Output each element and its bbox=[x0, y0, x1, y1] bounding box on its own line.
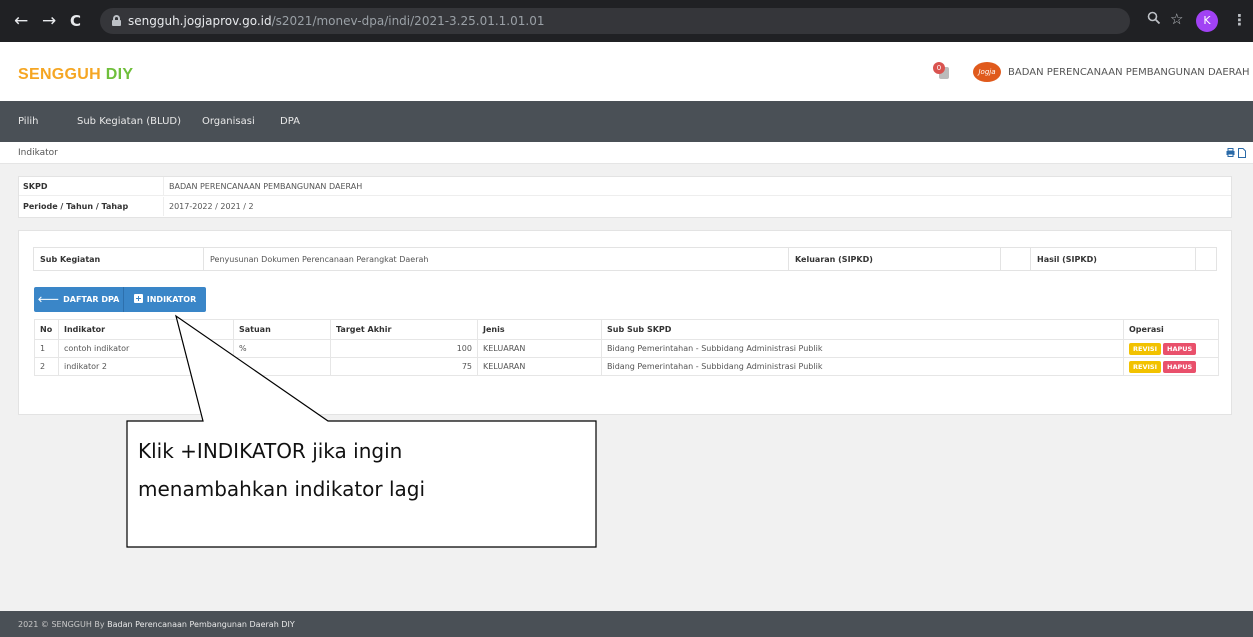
cell-indikator: contoh indikator bbox=[58, 339, 234, 358]
keluaran-label: Keluaran (SIPKD) bbox=[795, 255, 873, 264]
reload-icon[interactable]: C bbox=[70, 11, 81, 31]
breadcrumb-bar: Indikator bbox=[0, 142, 1253, 164]
breadcrumb: Indikator bbox=[18, 148, 58, 158]
revisi-button[interactable]: REVISI bbox=[1129, 342, 1161, 355]
cell-no: 2 bbox=[34, 357, 59, 376]
table-row: 1 contoh indikator % 100 KELUARAN Bidang… bbox=[34, 339, 1219, 358]
callout-text: Klik +INDIKATOR jika ingin menambahkan i… bbox=[138, 439, 426, 501]
column-header: Jenis bbox=[477, 319, 602, 340]
cell-operasi: REVISI HAPUS bbox=[1123, 339, 1219, 358]
cell-sub-skpd: Bidang Pemerintahan - Subbidang Administ… bbox=[601, 339, 1124, 358]
zoom-icon[interactable] bbox=[1147, 11, 1161, 29]
hasil-label: Hasil (SIPKD) bbox=[1037, 255, 1097, 264]
hapus-button[interactable]: HAPUS bbox=[1163, 342, 1197, 355]
export-icon[interactable] bbox=[1238, 148, 1246, 161]
column-header: Sub Sub SKPD bbox=[601, 319, 1124, 340]
cell-target: 75 bbox=[330, 357, 478, 376]
cell-indikator: indikator 2 bbox=[58, 357, 234, 376]
cell-satuan: % bbox=[233, 339, 331, 358]
table-header-row: No Indikator Satuan Target Akhir Jenis S… bbox=[34, 319, 1219, 340]
forward-icon[interactable]: → bbox=[42, 11, 56, 31]
column-header: Satuan bbox=[233, 319, 331, 340]
column-header: Operasi bbox=[1123, 319, 1219, 340]
menu-item-sub-kegiatan[interactable]: Sub Kegiatan (BLUD) bbox=[77, 116, 181, 127]
plus-square-icon bbox=[133, 294, 143, 303]
sub-kegiatan-value: Penyusunan Dokumen Perencanaan Perangkat… bbox=[210, 255, 429, 264]
address-bar[interactable]: sengguh.jogjaprov.go.id/s2021/monev-dpa/… bbox=[100, 8, 1130, 34]
brand-logo[interactable]: SENGGUH DIY bbox=[18, 66, 133, 84]
column-header: No bbox=[34, 319, 59, 340]
print-icon[interactable] bbox=[1226, 148, 1235, 160]
main-menu: Pilih Sub Kegiatan (BLUD) Organisasi DPA bbox=[0, 101, 1253, 142]
skpd-info-panel: SKPD BADAN PERENCANAAN PEMBANGUNAN DAERA… bbox=[18, 176, 1232, 218]
cell-operasi: REVISI HAPUS bbox=[1123, 357, 1219, 376]
star-icon[interactable]: ☆ bbox=[1170, 10, 1183, 28]
browser-menu-icon[interactable]: ⋮ bbox=[1232, 11, 1247, 29]
add-indikator-button[interactable]: INDIKATOR bbox=[123, 287, 206, 312]
sub-kegiatan-label: Sub Kegiatan bbox=[40, 255, 101, 264]
notification-count: 0 bbox=[933, 62, 945, 74]
menu-item-organisasi[interactable]: Organisasi bbox=[202, 116, 255, 127]
url-text: sengguh.jogjaprov.go.id/s2021/monev-dpa/… bbox=[128, 14, 545, 28]
indikator-table: No Indikator Satuan Target Akhir Jenis S… bbox=[34, 319, 1219, 376]
profile-avatar[interactable]: K bbox=[1196, 10, 1218, 32]
browser-toolbar: ← → C sengguh.jogjaprov.go.id/s2021/mone… bbox=[0, 0, 1253, 42]
hapus-button[interactable]: HAPUS bbox=[1163, 360, 1197, 373]
cell-sub-skpd: Bidang Pemerintahan - Subbidang Administ… bbox=[601, 357, 1124, 376]
cell-satuan bbox=[233, 357, 331, 376]
column-header: Target Akhir bbox=[330, 319, 478, 340]
periode-label: Periode / Tahun / Tahap bbox=[23, 202, 129, 211]
lock-icon bbox=[112, 15, 121, 26]
column-header: Indikator bbox=[58, 319, 234, 340]
arrow-left-icon: 🡐 bbox=[37, 295, 60, 304]
action-button-group: 🡐 DAFTAR DPA INDIKATOR bbox=[34, 287, 206, 312]
indikator-panel: Sub Kegiatan Penyusunan Dokumen Perencan… bbox=[18, 230, 1232, 415]
back-icon[interactable]: ← bbox=[14, 11, 28, 31]
notification-icon[interactable]: 0 bbox=[933, 62, 949, 79]
cell-jenis: KELUARAN bbox=[477, 357, 602, 376]
revisi-button[interactable]: REVISI bbox=[1129, 360, 1161, 373]
footer-text: 2021 © SENGGUH By Badan Perencanaan Pemb… bbox=[18, 620, 295, 629]
periode-value: 2017-2022 / 2021 / 2 bbox=[169, 202, 254, 211]
daftar-dpa-button[interactable]: 🡐 DAFTAR DPA bbox=[34, 287, 123, 312]
app-header: SENGGUH DIY 0 Jogja BADAN PERENCANAAN PE… bbox=[0, 42, 1253, 101]
menu-item-pilih[interactable]: Pilih bbox=[18, 116, 38, 127]
table-row: 2 indikator 2 75 KELUARAN Bidang Pemerin… bbox=[34, 357, 1219, 376]
jogja-logo: Jogja bbox=[973, 62, 1001, 82]
organization-name[interactable]: BADAN PERENCANAAN PEMBANGUNAN DAERAH bbox=[1008, 67, 1250, 78]
cell-target: 100 bbox=[330, 339, 478, 358]
skpd-label: SKPD bbox=[23, 182, 48, 191]
menu-item-dpa[interactable]: DPA bbox=[280, 116, 300, 127]
cell-jenis: KELUARAN bbox=[477, 339, 602, 358]
page-footer: 2021 © SENGGUH By Badan Perencanaan Pemb… bbox=[0, 611, 1253, 637]
sub-kegiatan-header: Sub Kegiatan Penyusunan Dokumen Perencan… bbox=[33, 247, 1217, 271]
cell-no: 1 bbox=[34, 339, 59, 358]
skpd-value: BADAN PERENCANAAN PEMBANGUNAN DAERAH bbox=[169, 182, 363, 191]
